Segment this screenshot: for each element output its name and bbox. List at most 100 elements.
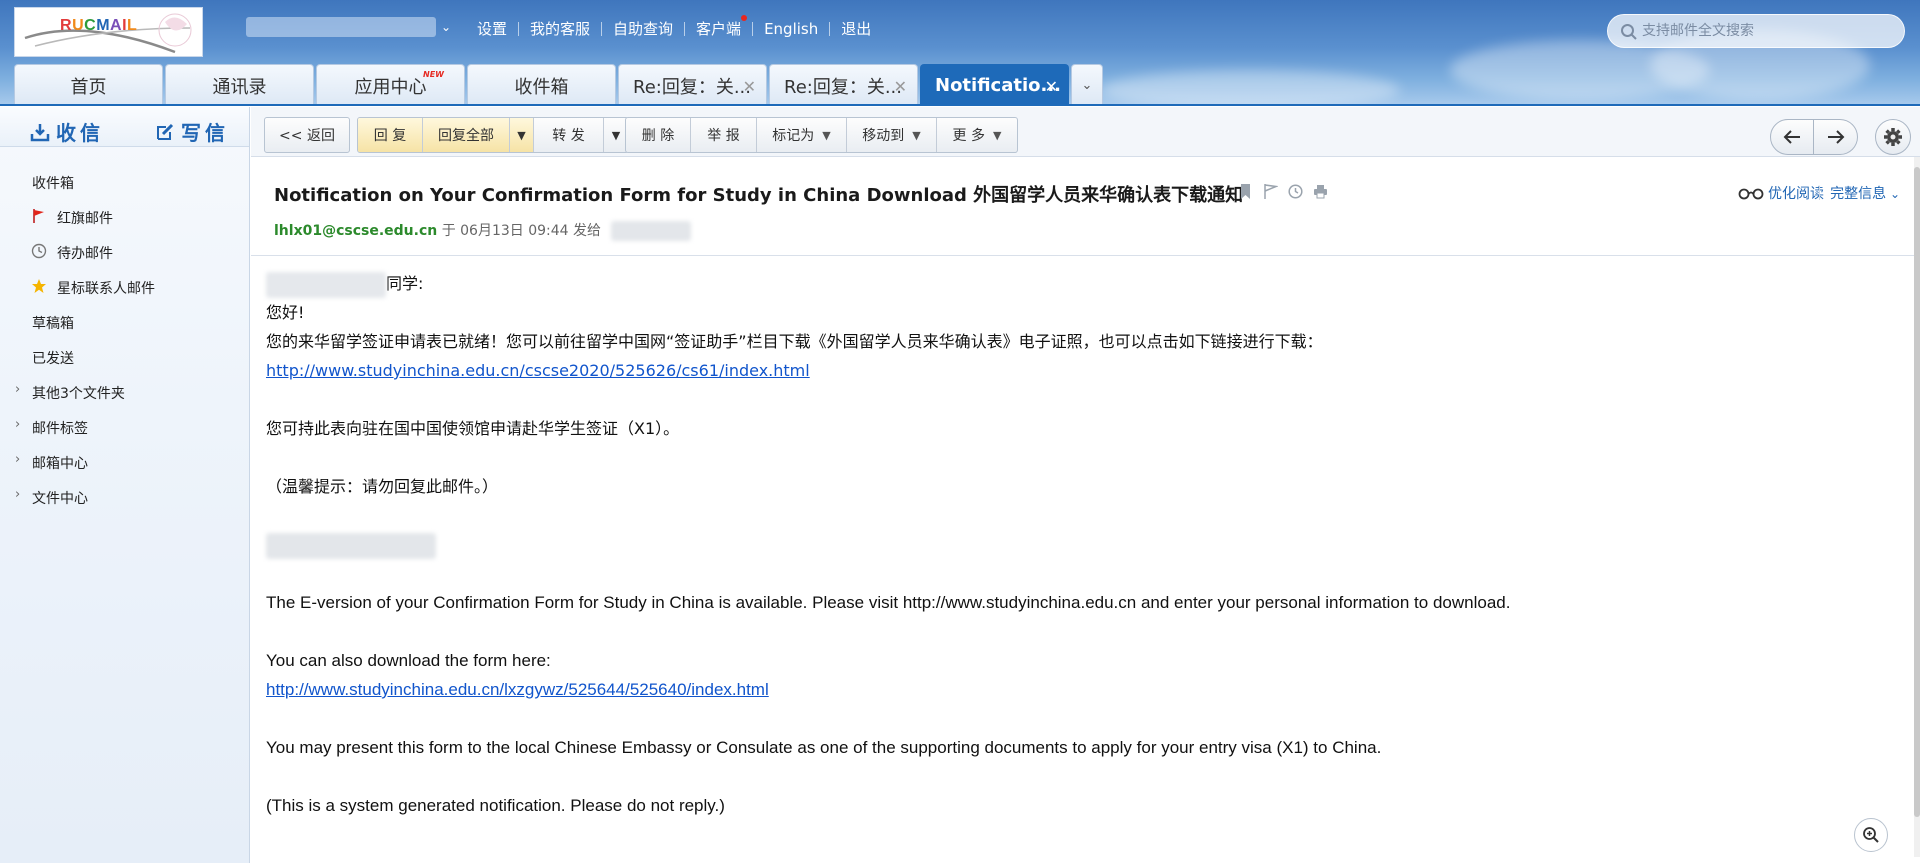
tab-reply-1[interactable]: Re:回复：关... ✕ bbox=[618, 64, 767, 106]
message-view: << 返回 回 复 回复全部 ▼ 转 发 ▼ 删 除 举 报 标记为 ▼ 移动到 ▼… bbox=[251, 107, 1920, 863]
double-chevron-down-icon: ⌄ bbox=[1886, 187, 1900, 201]
back-button[interactable]: << 返回 bbox=[265, 118, 349, 152]
recipient-redacted bbox=[611, 221, 692, 241]
full-info-button[interactable]: 完整信息 ⌄ bbox=[1830, 183, 1900, 203]
close-icon[interactable]: ✕ bbox=[743, 77, 756, 96]
customer-service-link[interactable]: 我的客服 bbox=[519, 18, 601, 39]
logout-link[interactable]: 退出 bbox=[830, 18, 882, 39]
top-header: RUCMAIL ⌄ 设置 我的客服 自助查询 客户端 English 退出 首页… bbox=[0, 0, 1920, 106]
english-link[interactable]: English bbox=[753, 20, 829, 38]
sent-date: 于 06月13日 09:44 发给 bbox=[441, 223, 602, 239]
sidebar-item-mailbox-center[interactable]: › 邮箱中心 bbox=[0, 448, 249, 474]
chevron-down-icon: ▼ bbox=[992, 128, 1002, 142]
rucmail-logo[interactable]: RUCMAIL bbox=[14, 7, 203, 57]
sender-address[interactable]: lhlx01@cscse.edu.cn bbox=[274, 223, 437, 239]
flag-icon[interactable] bbox=[1263, 183, 1279, 200]
greeting-line: 同学: bbox=[266, 269, 1886, 298]
recipient-name-redacted bbox=[266, 271, 386, 298]
back-group: << 返回 bbox=[264, 117, 350, 153]
client-link[interactable]: 客户端 bbox=[685, 15, 752, 39]
sidebar-item-mail-tags[interactable]: › 邮件标签 bbox=[0, 413, 249, 439]
notification-dot bbox=[741, 15, 748, 21]
chevron-right-icon: › bbox=[15, 417, 21, 432]
tab-contacts[interactable]: 通讯录 bbox=[165, 64, 314, 106]
signature-line bbox=[266, 530, 1886, 559]
report-button[interactable]: 举 报 bbox=[691, 118, 757, 152]
star-icon bbox=[32, 279, 46, 293]
download-link-cn[interactable]: http://www.studyinchina.edu.cn/cscse2020… bbox=[266, 361, 810, 380]
next-message-button[interactable] bbox=[1814, 119, 1858, 155]
reply-all-dropdown[interactable]: ▼ bbox=[510, 118, 534, 152]
gear-icon bbox=[1884, 128, 1902, 146]
compose-button[interactable]: 写信 bbox=[155, 117, 229, 146]
edit-icon bbox=[157, 123, 174, 140]
previous-message-button[interactable] bbox=[1770, 119, 1814, 155]
message-subject: Notification on Your Confirmation Form f… bbox=[274, 185, 1244, 206]
close-icon[interactable]: ✕ bbox=[894, 77, 907, 96]
tab-home[interactable]: 首页 bbox=[14, 64, 163, 106]
sidebar-item-todo[interactable]: 待办邮件 bbox=[0, 238, 249, 264]
signature-redacted bbox=[266, 532, 436, 559]
self-service-link[interactable]: 自助查询 bbox=[602, 18, 684, 39]
zoom-in-icon bbox=[1863, 827, 1879, 843]
tabs-more-button[interactable]: ⌄ bbox=[1071, 64, 1103, 106]
print-icon[interactable] bbox=[1313, 183, 1328, 200]
reply-group: 回 复 回复全部 ▼ 转 发 ▼ bbox=[357, 117, 629, 153]
delete-button[interactable]: 删 除 bbox=[626, 118, 691, 152]
red-flag-icon bbox=[33, 209, 44, 223]
sidebar-item-flagged[interactable]: 红旗邮件 bbox=[0, 203, 249, 229]
reply-button[interactable]: 回 复 bbox=[358, 118, 423, 152]
chevron-right-icon: › bbox=[15, 452, 21, 467]
sidebar-item-starred[interactable]: 星标联系人邮件 bbox=[0, 273, 249, 299]
sidebar-item-sent[interactable]: 已发送 bbox=[0, 343, 249, 369]
message-meta: lhlx01@cscse.edu.cn 于 06月13日 09:44 发给 bbox=[274, 220, 692, 241]
reader-mode-button[interactable]: 优化阅读 bbox=[1738, 183, 1824, 203]
sidebar-actions: 收信 写信 bbox=[0, 107, 249, 147]
chevron-down-icon: ▼ bbox=[822, 128, 831, 142]
clock-icon[interactable] bbox=[1288, 183, 1303, 200]
sidebar-item-file-center[interactable]: › 文件中心 bbox=[0, 483, 249, 509]
new-badge: NEW bbox=[423, 70, 444, 79]
chevron-down-icon: ⌄ bbox=[1081, 78, 1093, 93]
arrow-left-icon bbox=[1783, 130, 1800, 144]
bookmark-icon[interactable] bbox=[1238, 183, 1253, 200]
glasses-icon bbox=[1738, 188, 1764, 200]
actions-group: 删 除 举 报 标记为 ▼ 移动到 ▼ 更 多 ▼ bbox=[625, 117, 1018, 153]
logo-text: RUCMAIL bbox=[60, 17, 138, 34]
scrollbar[interactable] bbox=[1914, 157, 1920, 857]
mark-as-button[interactable]: 标记为 ▼ bbox=[757, 118, 847, 152]
receive-button[interactable]: 收信 bbox=[30, 117, 104, 146]
message-body: 同学: 您好! 您的来华留学签证申请表已就绪！您可以前往留学中国网“签证助手”栏… bbox=[266, 269, 1886, 820]
chevron-down-icon: ▼ bbox=[912, 128, 921, 142]
header-links: 设置 我的客服 自助查询 客户端 English 退出 bbox=[466, 15, 882, 39]
chevron-down-icon[interactable]: ⌄ bbox=[441, 20, 451, 34]
more-button[interactable]: 更 多 ▼ bbox=[937, 118, 1017, 152]
account-name-redacted[interactable] bbox=[246, 17, 436, 37]
chevron-right-icon: › bbox=[15, 487, 21, 502]
tab-reply-2[interactable]: Re:回复：关... ✕ bbox=[769, 64, 918, 106]
chevron-right-icon: › bbox=[15, 382, 21, 397]
settings-button[interactable] bbox=[1875, 119, 1911, 155]
move-to-button[interactable]: 移动到 ▼ bbox=[847, 118, 937, 152]
toolbar: << 返回 回 复 回复全部 ▼ 转 发 ▼ 删 除 举 报 标记为 ▼ 移动到 ▼… bbox=[251, 107, 1920, 157]
sidebar: 收信 写信 收件箱 红旗邮件 待办邮件 星标联系人邮件 草稿箱 已发送 › 其他3… bbox=[0, 107, 250, 863]
forward-button[interactable]: 转 发 bbox=[534, 118, 604, 152]
clock-icon bbox=[31, 243, 47, 259]
sidebar-item-inbox[interactable]: 收件箱 bbox=[0, 168, 249, 194]
zoom-button[interactable] bbox=[1854, 818, 1888, 852]
search-input[interactable] bbox=[1642, 21, 1892, 41]
search-box[interactable] bbox=[1607, 14, 1905, 48]
tab-bar: 首页 通讯录 应用中心 NEW 收件箱 Re:回复：关... ✕ Re:回复：关..… bbox=[14, 64, 1105, 106]
close-icon[interactable]: ✕ bbox=[1045, 77, 1058, 96]
subject-icons bbox=[1238, 183, 1328, 200]
search-icon bbox=[1621, 24, 1637, 40]
reply-all-button[interactable]: 回复全部 bbox=[423, 118, 510, 152]
sidebar-item-other-folders[interactable]: › 其他3个文件夹 bbox=[0, 378, 249, 404]
tab-notification[interactable]: Notificatio... ✕ bbox=[920, 64, 1069, 106]
tab-app-center[interactable]: 应用中心 NEW bbox=[316, 64, 465, 106]
settings-link[interactable]: 设置 bbox=[466, 18, 518, 39]
sidebar-item-drafts[interactable]: 草稿箱 bbox=[0, 308, 249, 334]
download-link-en[interactable]: http://www.studyinchina.edu.cn/lxzgywz/5… bbox=[266, 680, 769, 699]
tab-inbox[interactable]: 收件箱 bbox=[467, 64, 616, 106]
download-icon bbox=[30, 123, 50, 141]
